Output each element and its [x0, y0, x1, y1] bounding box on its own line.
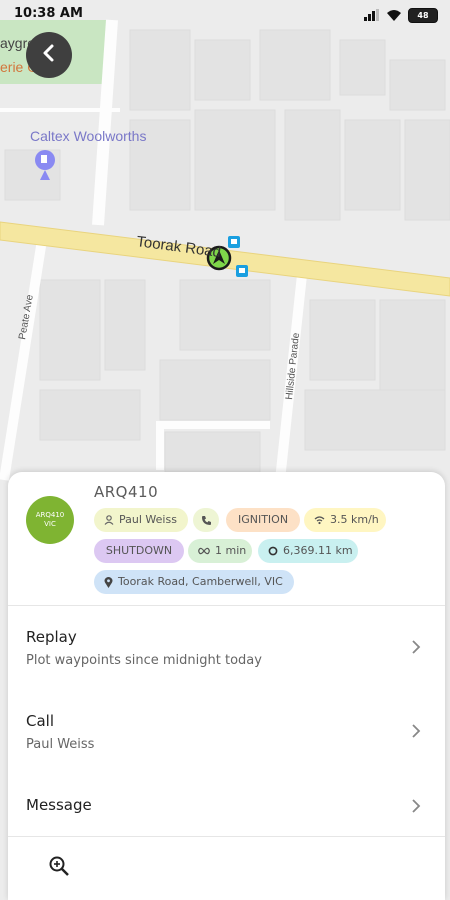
phone-icon	[201, 515, 212, 526]
call-driver-chip[interactable]	[193, 508, 219, 532]
speed-chip: 3.5 km/h	[304, 508, 386, 532]
chevron-right-icon	[411, 723, 421, 743]
duration-value: 1 min	[215, 544, 247, 557]
zoom-in-icon[interactable]	[48, 855, 70, 881]
divider	[8, 836, 445, 837]
status-bar: 10:38 AM 48	[0, 0, 450, 28]
duration-chip: 1 min	[188, 539, 252, 563]
shutdown-status: SHUTDOWN	[105, 544, 173, 557]
replay-action[interactable]: Replay Plot waypoints since midnight tod…	[8, 606, 445, 690]
driver-chip[interactable]: Paul Weiss	[94, 508, 188, 532]
chevron-left-icon	[39, 43, 59, 67]
bus-stop-icon[interactable]	[236, 265, 248, 277]
location-value: Toorak Road, Camberwell, VIC	[118, 575, 283, 588]
wifi-icon	[386, 6, 402, 25]
replay-subtitle: Plot waypoints since midnight today	[26, 653, 262, 668]
vehicle-details-sheet: ARQ410 VIC ARQ410 Paul Weiss IGNITION 3.…	[8, 472, 445, 900]
message-title: Message	[26, 796, 92, 814]
back-button[interactable]	[26, 32, 72, 78]
odometer-icon	[268, 546, 278, 556]
avatar-line-1: ARQ410	[35, 511, 65, 519]
speed-icon	[314, 515, 325, 525]
shutdown-chip: SHUTDOWN	[94, 539, 184, 563]
avatar-line-2: VIC	[44, 520, 56, 528]
message-action[interactable]: Message	[8, 774, 445, 836]
replay-title: Replay	[26, 628, 77, 646]
call-action[interactable]: Call Paul Weiss	[8, 690, 445, 774]
signal-icon	[364, 6, 380, 25]
call-subtitle: Paul Weiss	[26, 737, 95, 752]
call-title: Call	[26, 712, 55, 730]
status-time: 10:38 AM	[14, 6, 83, 21]
vehicle-avatar[interactable]: ARQ410 VIC	[26, 496, 74, 544]
map-label-station: Caltex Woolworths	[30, 128, 146, 144]
ignition-status: IGNITION	[237, 513, 289, 526]
battery-icon: 48	[408, 8, 438, 23]
odometer-chip: 6,369.11 km	[258, 539, 358, 563]
driver-name: Paul Weiss	[119, 513, 177, 526]
chevron-right-icon	[411, 798, 421, 818]
bus-stop-icon[interactable]	[228, 236, 240, 248]
infinity-icon	[198, 547, 210, 555]
location-pin-icon	[104, 576, 113, 588]
odometer-value: 6,369.11 km	[283, 544, 353, 557]
person-icon	[104, 515, 114, 525]
ignition-chip: IGNITION	[226, 508, 300, 532]
chevron-right-icon	[411, 639, 421, 659]
speed-value: 3.5 km/h	[330, 513, 379, 526]
vehicle-id: ARQ410	[94, 483, 159, 501]
location-chip[interactable]: Toorak Road, Camberwell, VIC	[94, 570, 294, 594]
